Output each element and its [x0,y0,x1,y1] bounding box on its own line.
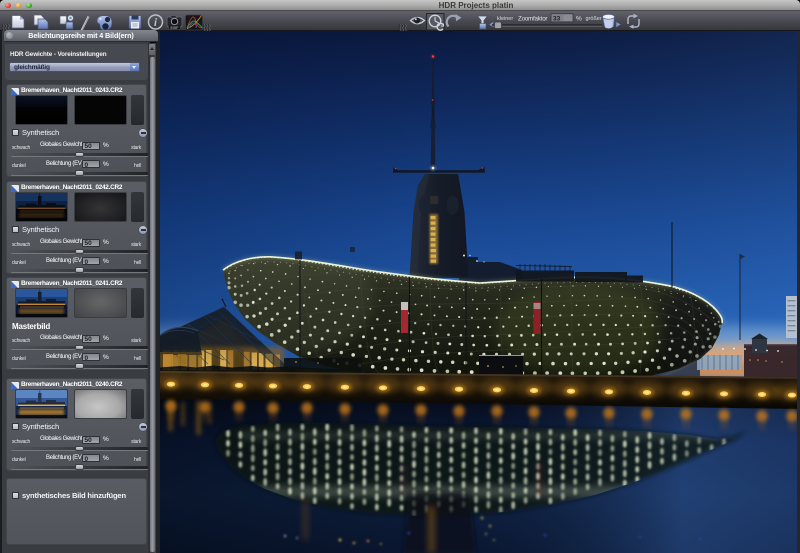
svg-text:größer: größer [586,16,602,22]
svg-text:EXIF: EXIF [171,26,180,30]
svg-text:%: % [576,16,582,23]
svg-text:kleiner: kleiner [497,16,513,22]
svg-text:i: i [154,17,158,29]
svg-text:33: 33 [553,15,561,22]
svg-text:Zoomfaktor: Zoomfaktor [518,16,547,23]
